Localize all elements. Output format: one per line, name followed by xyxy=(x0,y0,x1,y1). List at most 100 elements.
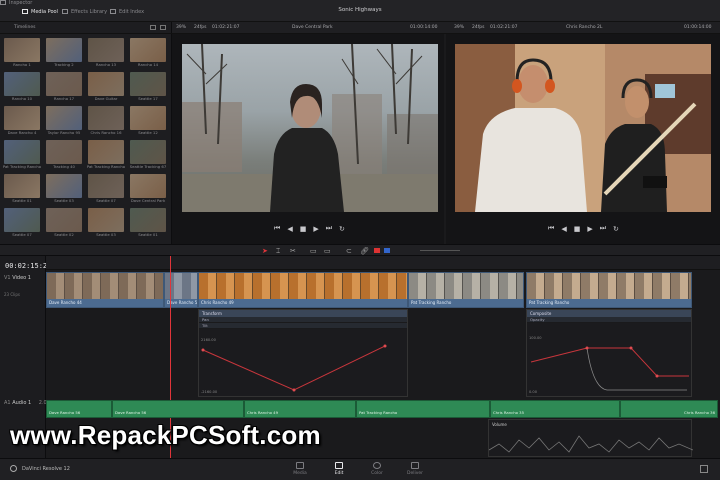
tab-edit-index[interactable]: Edit Index xyxy=(110,6,144,17)
audio-clip[interactable]: Pat Tracking Rancho xyxy=(356,400,490,418)
video-track-1: Dave Rancho 44 Dave Rancho 56 Chris Ranc… xyxy=(46,272,720,308)
media-pool-clip[interactable]: Dave Central Park xyxy=(128,174,168,203)
link-icon[interactable]: 🔗︎ xyxy=(360,247,369,255)
media-pool-clip[interactable]: Seattle 01 xyxy=(2,174,42,203)
media-pool-clip[interactable]: Pat Tracking Rancho xyxy=(86,140,126,169)
media-pool-clip[interactable]: Seattle 07 xyxy=(86,174,126,203)
stop-icon[interactable]: ■ xyxy=(574,225,581,233)
media-pool-clip[interactable]: Seattle 17 xyxy=(128,72,168,101)
stop-icon[interactable]: ■ xyxy=(300,225,307,233)
page-deliver-button[interactable]: Deliver xyxy=(400,462,430,476)
loop-icon[interactable]: ↻ xyxy=(339,225,345,233)
jump-end-icon[interactable]: ⏭ xyxy=(326,224,332,233)
davinci-logo-icon xyxy=(10,465,17,472)
media-pool-folder-label[interactable]: Timelines xyxy=(14,25,35,30)
opacity-row[interactable]: Opacity xyxy=(527,317,691,323)
jump-start-icon[interactable]: ⏮ xyxy=(274,224,280,233)
play-reverse-icon[interactable]: ◀ xyxy=(287,225,292,233)
media-pool-clip[interactable]: Seattle 03 xyxy=(86,208,126,237)
source-zoom[interactable]: 39% xyxy=(176,25,186,30)
flag-icon[interactable] xyxy=(374,248,380,253)
inspector-button[interactable]: Inspector xyxy=(0,0,720,6)
clip-name: Chris Rancho 16 xyxy=(90,130,122,135)
loop-icon[interactable]: ↻ xyxy=(613,225,619,233)
media-pool-clip[interactable]: Chris Rancho 16 xyxy=(86,106,126,135)
volume-waveform xyxy=(489,435,693,453)
record-frame-image xyxy=(455,44,711,212)
audio-clip[interactable]: Dave Rancho 56 xyxy=(112,400,244,418)
clip-name: Seattle 01 xyxy=(138,232,158,237)
source-end-timecode: 01:00:14:00 xyxy=(410,25,438,30)
media-pool-clip[interactable]: Pat Tracking Rancho xyxy=(2,140,42,169)
media-pool-clip[interactable]: Rancho 14 xyxy=(128,38,168,67)
clip-thumbnail xyxy=(130,140,166,164)
clip-thumbnail xyxy=(46,106,82,130)
volume-label[interactable]: Volume xyxy=(492,422,507,427)
play-icon[interactable]: ▶ xyxy=(313,225,318,233)
media-pool-clip[interactable]: Seattle 01 xyxy=(128,208,168,237)
blade-tool-icon[interactable]: ✂ xyxy=(290,247,296,255)
transform-panel-title[interactable]: Transform xyxy=(199,310,407,317)
audio-clip[interactable]: Chris Rancho 49 xyxy=(244,400,356,418)
effects-library-icon xyxy=(62,9,68,14)
insert-icon[interactable]: ▭ xyxy=(310,247,317,255)
timeline-ruler[interactable] xyxy=(46,256,720,270)
audio-clip[interactable]: Chris Rancho 36 xyxy=(620,400,718,418)
source-clip-name[interactable]: Dave Central Park xyxy=(292,25,333,30)
media-pool-clip[interactable]: Seattle 02 xyxy=(44,208,84,237)
media-pool-clip[interactable]: Dave Rancho 4 xyxy=(2,106,42,135)
media-pool-clip[interactable]: Seattle 07 xyxy=(2,208,42,237)
tab-media-pool[interactable]: Media Pool xyxy=(22,6,58,17)
page-color-button[interactable]: Color xyxy=(362,462,392,476)
record-viewer-frame[interactable] xyxy=(455,44,711,212)
media-pool-clip[interactable]: Seattle Tracking 67 xyxy=(128,140,168,169)
edit-page-icon xyxy=(335,462,343,469)
media-pool-clip[interactable]: Seattle 03 xyxy=(44,174,84,203)
color-page-icon xyxy=(373,462,381,469)
media-pool-clip[interactable]: Rancho 17 xyxy=(44,72,84,101)
page-media-button[interactable]: Media xyxy=(285,462,315,476)
transform-curve[interactable] xyxy=(199,336,409,396)
video-clip[interactable]: Dave Rancho 44 xyxy=(46,272,164,308)
media-pool-clip[interactable]: Dave Guitar xyxy=(86,72,126,101)
video-clip[interactable]: Pat Tracking Rancho xyxy=(408,272,524,308)
selection-tool-icon[interactable]: ➤ xyxy=(262,247,268,255)
media-pool-clip[interactable]: Rancho 13 xyxy=(86,38,126,67)
trim-tool-icon[interactable]: ⌶ xyxy=(276,247,280,256)
overwrite-icon[interactable]: ▭ xyxy=(324,247,331,255)
media-pool-clip[interactable]: Seattle 12 xyxy=(128,106,168,135)
play-icon[interactable]: ▶ xyxy=(587,225,592,233)
page-edit-button[interactable]: Edit xyxy=(324,462,354,476)
media-pool-clip[interactable]: Rancho 10 xyxy=(2,72,42,101)
video-clip[interactable]: Chris Rancho 49 xyxy=(198,272,408,308)
grid-view-icon[interactable] xyxy=(150,25,156,30)
play-reverse-icon[interactable]: ◀ xyxy=(561,225,566,233)
jump-end-icon[interactable]: ⏭ xyxy=(600,224,606,233)
record-clip-name[interactable]: Chris Rancho 2L xyxy=(566,25,602,30)
top-bar: Media Pool Effects Library Edit Index So… xyxy=(0,0,720,22)
composite-panel-title[interactable]: Composite xyxy=(527,310,691,317)
tilt-row[interactable]: Tilt xyxy=(199,323,407,329)
tab-effects-library[interactable]: Effects Library xyxy=(62,6,107,17)
media-pool-clip[interactable]: Tracking 2 xyxy=(44,38,84,67)
video-clip[interactable]: Pat Tracking Rancho xyxy=(526,272,692,308)
settings-icon[interactable] xyxy=(700,465,708,473)
clip-filmstrip xyxy=(199,273,407,299)
snapping-icon[interactable]: ⊂ xyxy=(346,247,352,255)
jump-start-icon[interactable]: ⏮ xyxy=(548,224,554,233)
source-viewer-frame[interactable] xyxy=(182,44,438,212)
clip-thumbnail xyxy=(130,72,166,96)
zoom-slider[interactable] xyxy=(420,250,460,251)
media-pool-clip[interactable]: Taylor Rancho 95 xyxy=(44,106,84,135)
record-zoom[interactable]: 39% xyxy=(454,25,464,30)
audio-clip[interactable]: Dave Rancho 56 xyxy=(46,400,112,418)
transform-keyframe-panel: Transform Pan Tilt 2160.00 -2160.00 xyxy=(198,309,408,397)
project-title[interactable]: Sonic Highways xyxy=(300,7,420,13)
audio-clip[interactable]: Chris Rancho 35 xyxy=(490,400,620,418)
media-pool-clip[interactable]: Tracking 40 xyxy=(44,140,84,169)
opacity-curve[interactable] xyxy=(527,332,693,396)
marker-icon[interactable] xyxy=(384,248,390,253)
list-view-icon[interactable] xyxy=(160,25,166,30)
media-pool-clip[interactable]: Rancho 1 xyxy=(2,38,42,67)
clip-thumbnail xyxy=(4,208,40,232)
